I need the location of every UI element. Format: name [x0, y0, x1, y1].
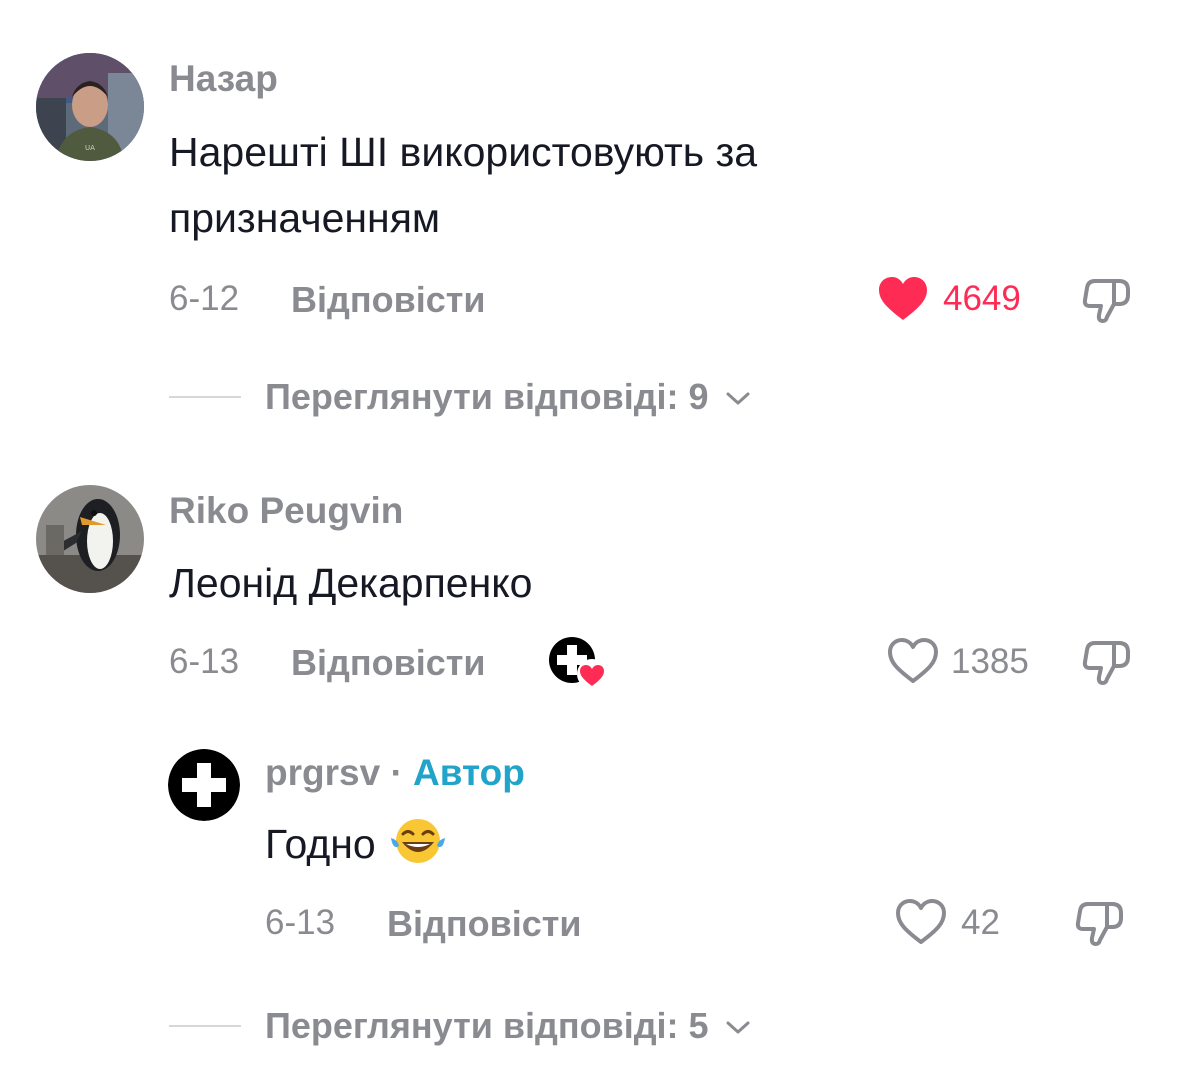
plus-logo-icon	[168, 749, 240, 821]
avatar[interactable]	[36, 485, 144, 593]
dislike-button[interactable]	[1081, 637, 1133, 692]
thumbs-down-icon	[1082, 641, 1130, 685]
reply-item: prgrsv · Автор Годно 6-13 Відповісти 42	[0, 740, 1179, 980]
comment-text-line: Нарешті ШІ використовують за	[169, 129, 758, 175]
reply-text-row: Годно	[265, 816, 447, 872]
view-replies-label: Переглянути відповіді: 9	[265, 376, 709, 417]
comment-item: Riko Peugvin Леонід Декарпенко 6-13 Відп…	[0, 470, 1179, 710]
thumbs-down-icon	[1075, 902, 1123, 946]
comment-item: UA Назар Нарешті ШІ використовують за пр…	[0, 0, 1179, 360]
reply-button[interactable]: Відповісти	[291, 279, 486, 321]
view-replies-button[interactable]: Переглянути відповіді: 5	[265, 1005, 751, 1047]
laughing-emoji-icon	[391, 819, 446, 863]
view-replies-button[interactable]: Переглянути відповіді: 9	[265, 376, 751, 418]
svg-text:UA: UA	[85, 144, 95, 152]
view-replies-label: Переглянути відповіді: 5	[265, 1005, 709, 1046]
comment-username[interactable]: Назар	[169, 58, 278, 100]
comment-text: Леонід Декарпенко	[169, 560, 533, 606]
divider-line	[169, 1025, 241, 1027]
like-button[interactable]	[887, 638, 939, 689]
comment-text: Нарешті ШІ використовують за призначення…	[169, 124, 757, 246]
comment-text-line: призначенням	[169, 195, 441, 241]
author-avatar[interactable]	[168, 749, 240, 821]
like-count: 4649	[943, 279, 1021, 318]
comment-date: 6-12	[169, 279, 240, 318]
reply-username-row: prgrsv · Автор	[265, 752, 525, 794]
reply-button[interactable]: Відповісти	[387, 903, 582, 945]
like-button[interactable]	[877, 276, 929, 327]
avatar-photo: UA	[36, 53, 144, 161]
thumbs-down-icon	[1082, 279, 1130, 323]
reply-button[interactable]: Відповісти	[291, 642, 486, 684]
author-badge: Автор	[413, 752, 525, 793]
like-count: 42	[961, 903, 1000, 942]
heart-filled-icon	[879, 277, 927, 320]
comment-date: 6-13	[169, 642, 240, 681]
separator-dot: ·	[390, 752, 403, 793]
comment-username[interactable]: Riko Peugvin	[169, 490, 403, 532]
avatar[interactable]: UA	[36, 53, 144, 161]
dislike-button[interactable]	[1074, 898, 1126, 953]
chevron-down-icon	[726, 392, 750, 405]
reply-username[interactable]: prgrsv	[265, 752, 380, 793]
dislike-button[interactable]	[1081, 275, 1133, 330]
creator-liked-icon	[549, 637, 607, 689]
chevron-down-icon	[726, 1021, 750, 1034]
like-button[interactable]	[895, 899, 947, 950]
like-count: 1385	[951, 642, 1029, 681]
avatar-photo	[36, 485, 144, 593]
reply-text: Годно	[265, 821, 376, 867]
divider-line	[169, 396, 241, 398]
reply-date: 6-13	[265, 903, 336, 942]
heart-outline-icon	[896, 899, 946, 944]
heart-outline-icon	[888, 638, 938, 683]
creator-liked-badge	[548, 636, 608, 695]
